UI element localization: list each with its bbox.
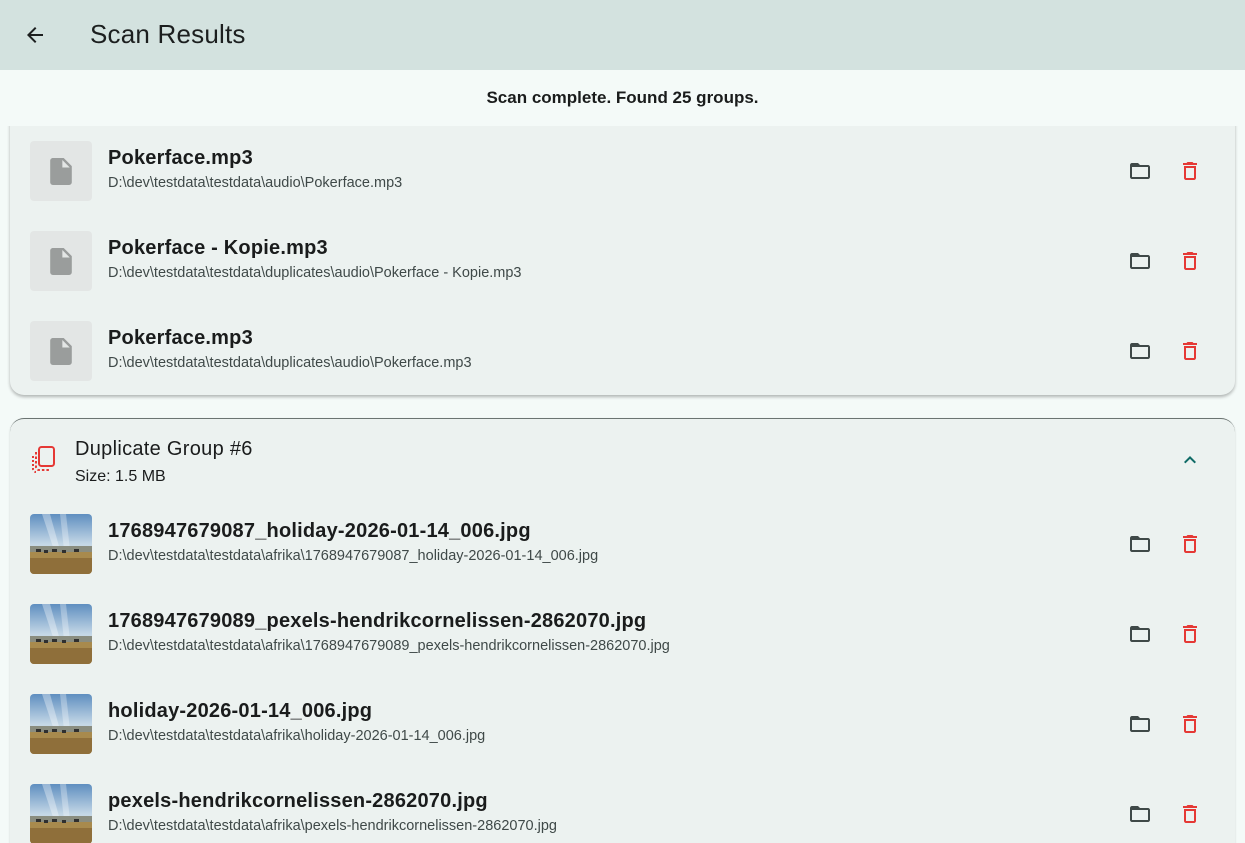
results-list[interactable]: Pokerface.mp3 D:\dev\testdata\testdata\a…	[0, 126, 1245, 843]
file-name: Pokerface - Kopie.mp3	[108, 237, 328, 259]
delete-button[interactable]	[1172, 706, 1208, 742]
scan-status-text: Scan complete. Found 25 groups.	[486, 88, 759, 107]
delete-icon	[1183, 625, 1197, 643]
folder-icon	[1130, 536, 1150, 552]
file-path: D:\dev\testdata\testdata\audio\Pokerface…	[108, 175, 403, 191]
collapse-group-button[interactable]	[1172, 442, 1208, 478]
delete-button[interactable]	[1172, 526, 1208, 562]
file-name: holiday-2026-01-14_006.jpg	[108, 700, 373, 722]
file-path: D:\dev\testdata\testdata\afrika\holiday-…	[108, 728, 486, 744]
delete-button[interactable]	[1172, 333, 1208, 369]
folder-icon	[1130, 626, 1150, 642]
delete-button[interactable]	[1172, 243, 1208, 279]
file-name: 1768947679089_pexels-hendrikcornelissen-…	[108, 610, 647, 632]
file-row[interactable]: holiday-2026-01-14_006.jpg D:\dev\testda…	[10, 679, 1235, 769]
file-name: Pokerface.mp3	[108, 327, 253, 349]
app-bar: Scan Results	[0, 0, 1245, 70]
delete-button[interactable]	[1172, 796, 1208, 832]
file-thumbnail	[30, 231, 92, 291]
file-name: pexels-hendrikcornelissen-2862070.jpg	[108, 790, 488, 812]
duplicate-group-card: Duplicate Group #6 Size: 1.5 MB 17689476…	[10, 418, 1235, 843]
file-thumbnail	[30, 141, 92, 201]
folder-icon	[1130, 253, 1150, 269]
open-folder-button[interactable]	[1122, 333, 1158, 369]
file-path: D:\dev\testdata\testdata\duplicates\audi…	[108, 355, 472, 371]
folder-icon	[1130, 716, 1150, 732]
group-title: Duplicate Group #6	[75, 438, 253, 460]
delete-icon	[1183, 535, 1197, 553]
file-row[interactable]: 1768947679089_pexels-hendrikcornelissen-…	[10, 589, 1235, 679]
delete-button[interactable]	[1172, 616, 1208, 652]
file-row[interactable]: Pokerface - Kopie.mp3 D:\dev\testdata\te…	[10, 216, 1235, 306]
open-folder-button[interactable]	[1122, 526, 1158, 562]
folder-icon	[1130, 806, 1150, 822]
back-button[interactable]	[17, 17, 53, 53]
file-path: D:\dev\testdata\testdata\afrika\17689476…	[108, 638, 670, 654]
file-icon	[50, 337, 72, 365]
chevron-up-icon	[1184, 456, 1196, 464]
file-icon	[50, 247, 72, 275]
file-row[interactable]: 1768947679087_holiday-2026-01-14_006.jpg…	[10, 499, 1235, 589]
file-row[interactable]: Pokerface.mp3 D:\dev\testdata\testdata\d…	[10, 306, 1235, 396]
image-thumbnail	[30, 694, 92, 754]
group-header[interactable]: Duplicate Group #6 Size: 1.5 MB	[10, 419, 1235, 507]
file-icon	[50, 157, 72, 185]
delete-icon	[1183, 342, 1197, 360]
file-thumbnail	[30, 321, 92, 381]
duplicate-group-card: Pokerface.mp3 D:\dev\testdata\testdata\a…	[10, 126, 1235, 395]
delete-icon	[1183, 162, 1197, 180]
file-name: Pokerface.mp3	[108, 147, 253, 169]
file-path: D:\dev\testdata\testdata\duplicates\audi…	[108, 265, 522, 281]
open-folder-button[interactable]	[1122, 153, 1158, 189]
page-title: Scan Results	[90, 19, 246, 49]
image-thumbnail	[30, 514, 92, 574]
open-folder-button[interactable]	[1122, 243, 1158, 279]
open-folder-button[interactable]	[1122, 706, 1158, 742]
open-folder-button[interactable]	[1122, 616, 1158, 652]
arrow-back-icon	[27, 27, 43, 43]
group-size: Size: 1.5 MB	[75, 468, 166, 485]
delete-icon	[1183, 715, 1197, 733]
folder-icon	[1130, 163, 1150, 179]
image-thumbnail	[30, 604, 92, 664]
delete-icon	[1183, 805, 1197, 823]
file-row[interactable]: Pokerface.mp3 D:\dev\testdata\testdata\a…	[10, 126, 1235, 216]
duplicate-icon	[32, 446, 55, 473]
folder-icon	[1130, 343, 1150, 359]
file-name: 1768947679087_holiday-2026-01-14_006.jpg	[108, 520, 531, 542]
image-thumbnail	[30, 784, 92, 843]
delete-icon	[1183, 252, 1197, 270]
file-path: D:\dev\testdata\testdata\afrika\pexels-h…	[108, 818, 557, 834]
open-folder-button[interactable]	[1122, 796, 1158, 832]
file-path: D:\dev\testdata\testdata\afrika\17689476…	[108, 548, 599, 564]
file-row[interactable]: pexels-hendrikcornelissen-2862070.jpg D:…	[10, 769, 1235, 843]
delete-button[interactable]	[1172, 153, 1208, 189]
